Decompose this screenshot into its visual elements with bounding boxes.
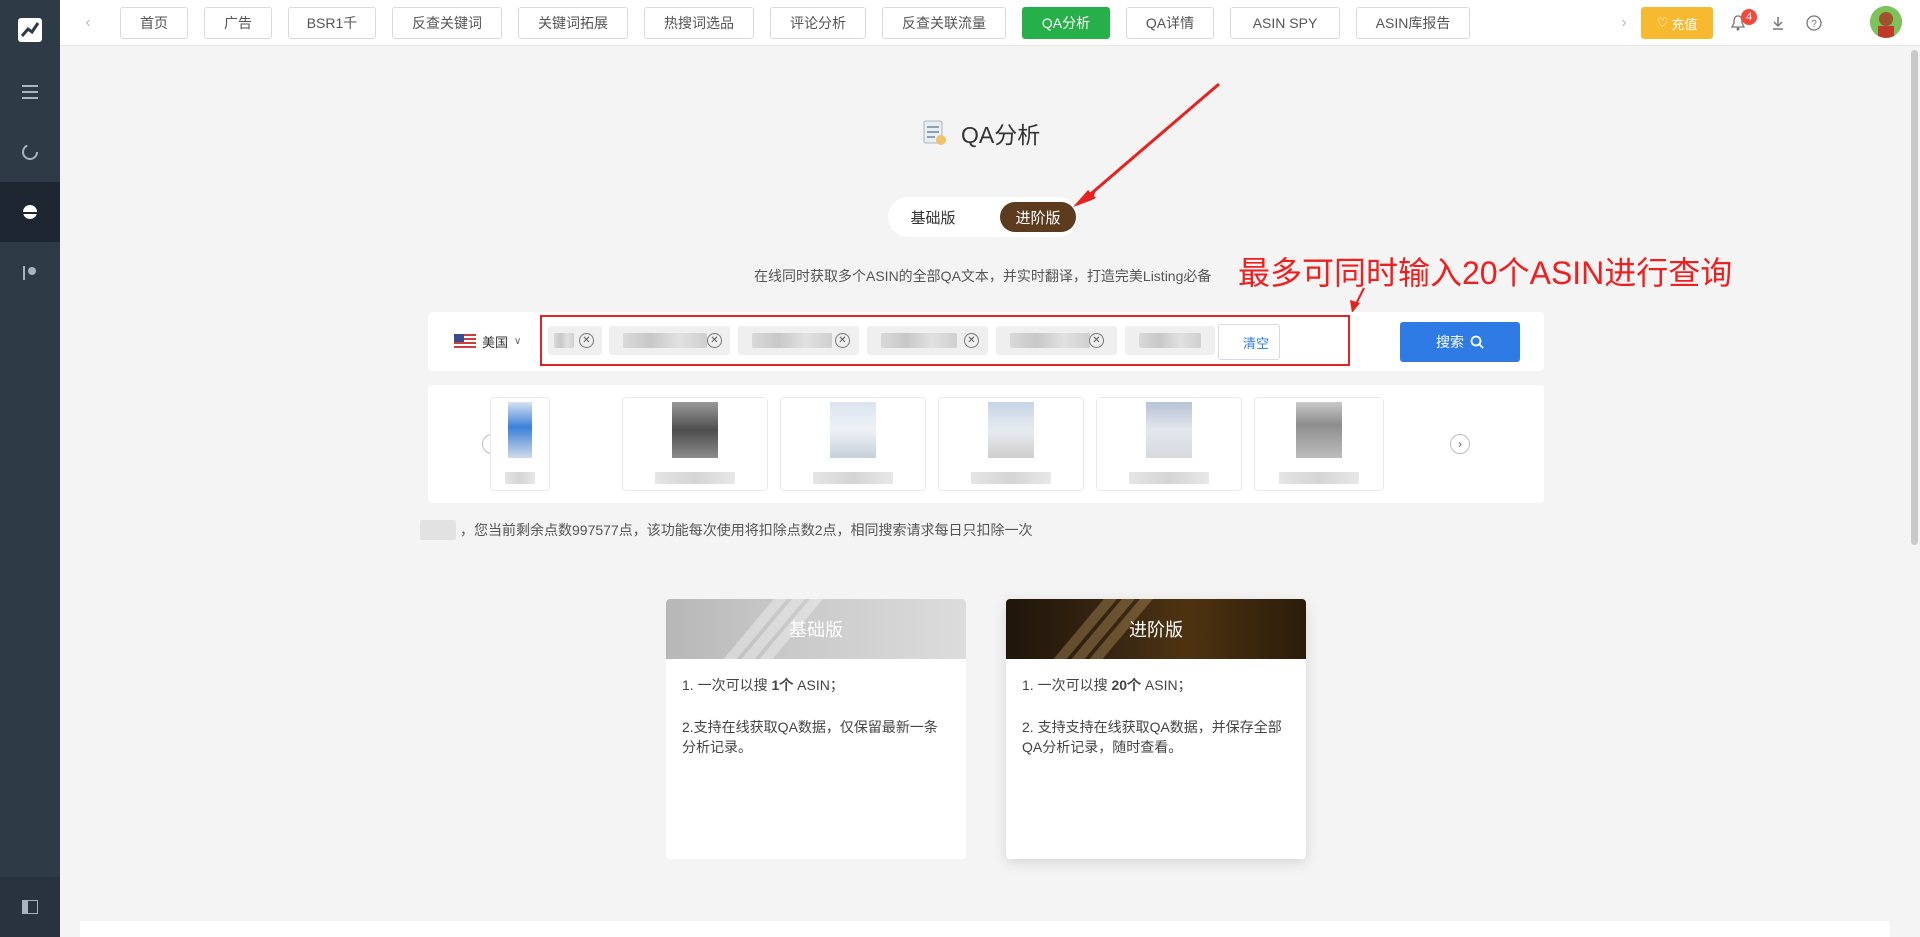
- points-notice: ，您当前剩余点数997577点，该功能每次使用将扣除点数2点，相同搜索请求每日只…: [420, 519, 1033, 541]
- product-caption: [1279, 472, 1359, 484]
- plan-title: 基础版: [789, 620, 843, 640]
- us-flag-icon: [454, 334, 476, 348]
- plan-line-1-pre: 1. 一次可以搜: [682, 677, 772, 693]
- tab-asin-spy[interactable]: ASIN SPY: [1230, 7, 1340, 39]
- plan-line-1-post: ASIN；: [793, 677, 844, 693]
- product-caption: [505, 472, 535, 484]
- avatar[interactable]: [1870, 6, 1902, 38]
- tab-related-traffic[interactable]: 反查关联流量: [882, 7, 1006, 39]
- bottom-panel: [80, 921, 1890, 937]
- plan-card-advanced[interactable]: 进阶版 1. 一次可以搜 20个 ASIN； 2. 支持支持在线获取QA数据，并…: [1006, 599, 1306, 859]
- region-selector[interactable]: 美国 ∨: [454, 330, 521, 352]
- plan-card-basic[interactable]: 基础版 1. 一次可以搜 1个 ASIN； 2.支持在线获取QA数据，仅保留最新…: [666, 599, 966, 859]
- product-card[interactable]: [622, 397, 768, 491]
- plan-body: 1. 一次可以搜 1个 ASIN； 2.支持在线获取QA数据，仅保留最新一条分析…: [666, 659, 966, 757]
- page-title-text: QA分析: [961, 122, 1041, 148]
- app-logo[interactable]: [0, 0, 60, 60]
- product-caption: [655, 472, 735, 484]
- tab-keyword-expand[interactable]: 关键词拓展: [518, 7, 628, 39]
- plan-line-1-pre: 1. 一次可以搜: [1022, 677, 1112, 693]
- product-image: [508, 402, 532, 458]
- product-image: [1146, 402, 1192, 458]
- recharge-label: 充值: [1671, 16, 1698, 32]
- page-title: QA分析: [921, 116, 1040, 150]
- plan-line-1-count: 20个: [1111, 677, 1142, 693]
- svg-text:?: ?: [1811, 19, 1817, 30]
- chevron-down-icon: ∨: [514, 335, 522, 347]
- plan-line-2: 2.支持在线获取QA数据，仅保留最新一条分析记录。: [682, 719, 938, 755]
- search-icon: [1470, 335, 1484, 349]
- product-carousel: ‹ ›: [428, 385, 1544, 503]
- version-advanced-option[interactable]: 进阶版: [1000, 202, 1076, 232]
- annotation-text: 最多可同时输入20个ASIN进行查询: [1238, 255, 1733, 291]
- product-card[interactable]: [1254, 397, 1384, 491]
- help-icon[interactable]: ?: [1803, 12, 1825, 34]
- product-caption: [1129, 472, 1209, 484]
- tab-reverse-keywords[interactable]: 反查关键词: [392, 7, 502, 39]
- region-label: 美国: [482, 334, 509, 350]
- version-toggle: 基础版 进阶版: [888, 197, 1078, 237]
- notification-badge: 4: [1741, 9, 1757, 25]
- vertical-scrollbar[interactable]: [1911, 50, 1918, 545]
- tab-review-analysis[interactable]: 评论分析: [770, 7, 866, 39]
- search-label: 搜索: [1436, 334, 1464, 350]
- product-card[interactable]: [1096, 397, 1242, 491]
- download-icon[interactable]: [1767, 12, 1789, 34]
- search-button[interactable]: 搜索: [1400, 322, 1520, 362]
- plan-line-2: 2. 支持支持在线获取QA数据，并保存全部QA分析记录，随时查看。: [1022, 719, 1282, 755]
- carousel-next-icon[interactable]: ›: [1450, 434, 1470, 454]
- points-text: ，您当前剩余点数997577点，该功能每次使用将扣除点数2点，相同搜索请求每日只…: [460, 522, 1033, 538]
- menu-icon[interactable]: [0, 62, 60, 122]
- tab-qa-analysis[interactable]: QA分析: [1022, 7, 1110, 39]
- tab-bsr[interactable]: BSR1千: [288, 7, 376, 39]
- chevron-left-icon[interactable]: ‹: [77, 12, 99, 34]
- product-card[interactable]: [490, 397, 550, 491]
- feature-description: 在线同时获取多个ASIN的全部QA文本，并实时翻译，打造完美Listing必备: [754, 268, 1212, 284]
- product-caption: [813, 472, 893, 484]
- tab-qa-detail[interactable]: QA详情: [1126, 7, 1214, 39]
- plan-line-1: 1. 一次可以搜 20个 ASIN；: [1022, 675, 1290, 695]
- sidebar: [0, 0, 60, 937]
- dashboard-icon[interactable]: [0, 182, 60, 242]
- chevron-right-icon[interactable]: ›: [1613, 12, 1635, 34]
- tab-asin-report[interactable]: ASIN库报告: [1356, 7, 1470, 39]
- product-image: [672, 402, 718, 458]
- product-card[interactable]: [780, 397, 926, 491]
- tab-ads[interactable]: 广告: [204, 7, 272, 39]
- tab-home[interactable]: 首页: [120, 7, 188, 39]
- annotation-highlight-box: [540, 315, 1350, 366]
- qa-document-icon: [923, 120, 946, 145]
- plan-title: 进阶版: [1129, 620, 1183, 640]
- plan-line-1-post: ASIN；: [1141, 677, 1192, 693]
- product-caption: [971, 472, 1051, 484]
- recharge-button[interactable]: ♡ 充值: [1641, 7, 1713, 39]
- loading-icon[interactable]: [0, 122, 60, 182]
- top-nav-bar: ‹ 首页 广告 BSR1千 反查关键词 关键词拓展 热搜词选品 评论分析 反查关…: [60, 0, 1920, 46]
- plan-body: 1. 一次可以搜 20个 ASIN； 2. 支持支持在线获取QA数据，并保存全部…: [1006, 659, 1306, 757]
- product-image: [988, 402, 1034, 458]
- product-card[interactable]: [938, 397, 1084, 491]
- version-basic-option[interactable]: 基础版: [902, 202, 964, 232]
- tools-icon[interactable]: [0, 242, 60, 302]
- product-image: [1296, 402, 1342, 458]
- product-image: [830, 402, 876, 458]
- plan-line-1-count: 1个: [771, 677, 794, 693]
- username-blurred: [420, 520, 456, 540]
- tab-hot-search[interactable]: 热搜词选品: [644, 7, 754, 39]
- diamond-icon: ♡: [1656, 15, 1669, 30]
- plan-header: 基础版: [666, 599, 966, 659]
- plan-header: 进阶版: [1006, 599, 1306, 659]
- plan-line-1: 1. 一次可以搜 1个 ASIN；: [682, 675, 950, 695]
- collapse-sidebar-icon[interactable]: [0, 877, 60, 937]
